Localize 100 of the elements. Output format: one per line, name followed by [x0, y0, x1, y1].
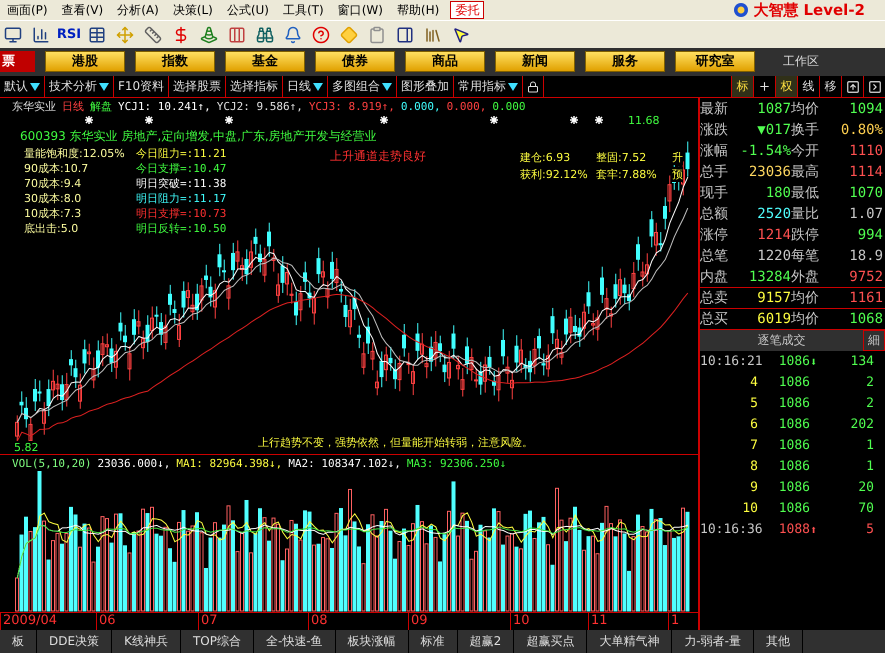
- indicator-tab[interactable]: 板块涨幅: [336, 630, 409, 653]
- menu-item[interactable]: 决策(L): [166, 2, 220, 18]
- quote-label: 涨跌: [700, 120, 729, 138]
- quote-label: 均价: [791, 100, 820, 118]
- trade-price: 1086: [778, 417, 810, 432]
- menu-item[interactable]: 公式(U): [220, 2, 276, 18]
- trade-volume: 134: [850, 354, 874, 369]
- cost-text: 量能饱和度:12.05%: [24, 146, 125, 161]
- tool-tab[interactable]: F10资料: [114, 76, 170, 97]
- quote-value: 0.80%: [840, 122, 883, 138]
- rsi-icon[interactable]: RSI: [58, 24, 80, 46]
- tool-tab[interactable]: 常用指标: [454, 76, 524, 97]
- chart-header-text: 0.000,: [446, 100, 486, 112]
- quote-label: 均价: [791, 310, 820, 328]
- view-tab[interactable]: 标: [731, 76, 753, 97]
- tool-tab[interactable]: 日线: [283, 76, 328, 97]
- quote-label: 总买: [700, 310, 729, 328]
- indicator-tab[interactable]: TOP综合: [180, 630, 254, 653]
- quote-value: 9752: [848, 268, 883, 284]
- trade-price: 1086: [778, 480, 810, 495]
- nav-button[interactable]: 研究室: [675, 50, 755, 72]
- stat-text: 获利:92.12%: [520, 167, 588, 182]
- quote-value: 1068: [848, 311, 883, 327]
- tool-tab[interactable]: 选择指标: [226, 76, 284, 97]
- quote-value: 6019: [756, 311, 791, 327]
- quote-label: 最高: [791, 162, 820, 180]
- quote-label: 总笔: [700, 246, 729, 264]
- chart-header-text: YCJ3: 8.919↑,: [308, 100, 395, 112]
- nav-button[interactable]: 新闻: [495, 50, 575, 72]
- quote-label: 量比: [791, 204, 820, 222]
- menu-item[interactable]: 画面(P): [0, 2, 55, 18]
- trade-volume: 2: [865, 375, 874, 390]
- menu-item[interactable]: 工具(T): [276, 2, 331, 18]
- indicator-tab[interactable]: 全-快速-鱼: [254, 630, 336, 653]
- tool-tab[interactable]: 选择股票: [169, 76, 226, 97]
- indicator-tab[interactable]: 板: [0, 630, 37, 653]
- quote-label: 总额: [700, 204, 729, 222]
- indicator-tab[interactable]: 大单精气神: [587, 630, 672, 653]
- quote-value: 1110: [848, 142, 883, 158]
- menu-item[interactable]: 窗口(W): [330, 2, 390, 18]
- tool-tab[interactable]: 技术分析: [45, 76, 114, 97]
- trade-direction-arrow: ⬆: [810, 522, 818, 536]
- menu-item[interactable]: 分析(A): [110, 2, 166, 18]
- trade-volume: 20: [857, 480, 874, 495]
- quote-value: 1161: [848, 290, 883, 306]
- level-text: 明日突破=:11.38: [136, 176, 226, 191]
- trade-time: 6: [749, 417, 758, 432]
- star-marker-icon: [84, 115, 94, 125]
- quote-value: 1114: [848, 164, 883, 180]
- quote-value: 18.9: [848, 248, 883, 264]
- quote-label: 今开: [791, 142, 820, 160]
- nav-button[interactable]: 基金: [225, 50, 305, 72]
- nav-button[interactable]: 商品: [405, 50, 485, 72]
- quote-value: 1094: [848, 100, 883, 116]
- quote-label: 内盘: [700, 268, 729, 286]
- low-price-label: 5.82: [14, 441, 38, 454]
- indicator-tab[interactable]: 超赢2: [458, 630, 514, 653]
- quote-value: 9157: [756, 290, 791, 306]
- stat-text: 套牢:7.88%: [596, 167, 657, 182]
- stat-text: 升: [672, 150, 683, 165]
- quote-label: 跌停: [791, 226, 820, 244]
- indicator-tab[interactable]: DDE决策: [37, 630, 112, 653]
- menu-item[interactable]: 查看(V): [54, 2, 110, 18]
- stock-tab[interactable]: 票: [0, 50, 35, 72]
- chart-header-text: 东华实业: [12, 98, 56, 114]
- trade-button[interactable]: 委托: [450, 1, 484, 19]
- quote-label: 最新: [700, 100, 729, 118]
- stat-text: 建仓:6.93: [520, 150, 570, 165]
- tool-tab[interactable]: 图形叠加: [397, 76, 454, 97]
- workspace-label[interactable]: 工作区: [783, 52, 819, 70]
- trade-volume: 1: [865, 459, 874, 474]
- view-tab[interactable]: 权: [775, 76, 797, 97]
- indicator-tab[interactable]: 标准: [408, 630, 458, 653]
- stat-text: 预: [672, 167, 683, 182]
- indicator-tab[interactable]: 超赢买点: [514, 630, 588, 653]
- volume-header-text: MA1: 82964.398↓,: [176, 456, 282, 470]
- indicator-tab[interactable]: 其他: [754, 630, 803, 653]
- star-marker-icon: [489, 115, 499, 125]
- indicator-tab[interactable]: 力-弱者-量: [672, 630, 754, 653]
- nav-button[interactable]: 港股: [45, 50, 125, 72]
- quote-label: 总卖: [700, 289, 729, 307]
- stock-info: 600393 东华实业 房地产,定向增发,中盘,广东,房地产开发与经营业: [20, 128, 377, 145]
- nav-button[interactable]: 服务: [585, 50, 665, 72]
- trade-price: 1086: [778, 501, 810, 516]
- detail-button[interactable]: 細: [863, 330, 885, 351]
- trade-time: 5: [749, 396, 758, 411]
- chart-header-text: 解盘: [90, 98, 112, 114]
- high-price-label: 11.68: [628, 114, 660, 127]
- nav-button[interactable]: 债券: [315, 50, 395, 72]
- comment-text: 上行趋势不变，强势依然，但量能开始转弱，注意风险。: [258, 435, 533, 450]
- indicator-tab[interactable]: K线神兵: [112, 630, 181, 653]
- logo-icon: [733, 2, 750, 18]
- trade-direction-arrow: ⬇: [810, 354, 818, 368]
- tool-tab[interactable]: 默认: [0, 76, 45, 97]
- menu-item[interactable]: 帮助(H): [390, 2, 446, 18]
- trades-title: 逐笔成交: [756, 332, 806, 349]
- tool-tab[interactable]: 多图组合: [328, 76, 398, 97]
- trade-volume: 1: [865, 438, 874, 453]
- nav-button[interactable]: 指数: [135, 50, 215, 72]
- ruler-icon[interactable]: [142, 24, 164, 46]
